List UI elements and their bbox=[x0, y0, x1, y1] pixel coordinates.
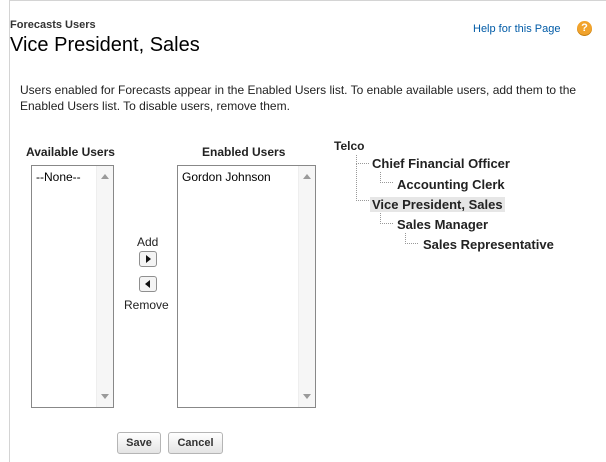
description: Users enabled for Forecasts appear in th… bbox=[20, 83, 577, 113]
remove-button[interactable] bbox=[139, 276, 157, 292]
tree-connector bbox=[380, 213, 393, 224]
help-link[interactable]: Help for this Page bbox=[473, 23, 560, 35]
save-button[interactable]: Save bbox=[117, 432, 161, 454]
tree-root: Telco bbox=[334, 139, 365, 153]
remove-label: Remove bbox=[124, 298, 169, 312]
page-eyebrow: Forecasts Users bbox=[10, 19, 96, 31]
tree-connector bbox=[380, 172, 393, 183]
available-users-list[interactable]: --None-- bbox=[31, 165, 114, 408]
tree-node-sales-manager[interactable]: Sales Manager bbox=[397, 217, 488, 232]
tree-node-accounting-clerk[interactable]: Accounting Clerk bbox=[397, 177, 505, 192]
list-item[interactable]: Gordon Johnson bbox=[182, 170, 271, 184]
available-users-label: Available Users bbox=[26, 145, 115, 159]
scroll-down-icon[interactable] bbox=[101, 394, 109, 399]
list-item[interactable]: --None-- bbox=[36, 170, 81, 184]
add-label: Add bbox=[137, 235, 159, 249]
enabled-users-scrollbar[interactable] bbox=[298, 166, 315, 407]
add-button[interactable] bbox=[139, 251, 157, 267]
scroll-up-icon[interactable] bbox=[303, 174, 311, 179]
tree-node-sales-representative[interactable]: Sales Representative bbox=[423, 237, 554, 252]
page-title: Vice President, Sales bbox=[10, 34, 200, 56]
help-icon[interactable]: ? bbox=[577, 21, 592, 36]
tree-node-vp-sales[interactable]: Vice President, Sales bbox=[370, 197, 505, 212]
scroll-up-icon[interactable] bbox=[101, 174, 109, 179]
arrow-right-icon bbox=[146, 255, 151, 263]
tree-connector bbox=[405, 233, 418, 244]
enabled-users-list[interactable]: Gordon Johnson bbox=[177, 165, 316, 408]
available-users-scrollbar[interactable] bbox=[96, 166, 113, 407]
scroll-down-icon[interactable] bbox=[303, 394, 311, 399]
tree-connector bbox=[356, 163, 369, 201]
tree-node-cfo[interactable]: Chief Financial Officer bbox=[372, 156, 510, 171]
arrow-left-icon bbox=[145, 280, 150, 288]
cancel-button[interactable]: Cancel bbox=[168, 432, 223, 454]
enabled-users-label: Enabled Users bbox=[202, 145, 286, 159]
